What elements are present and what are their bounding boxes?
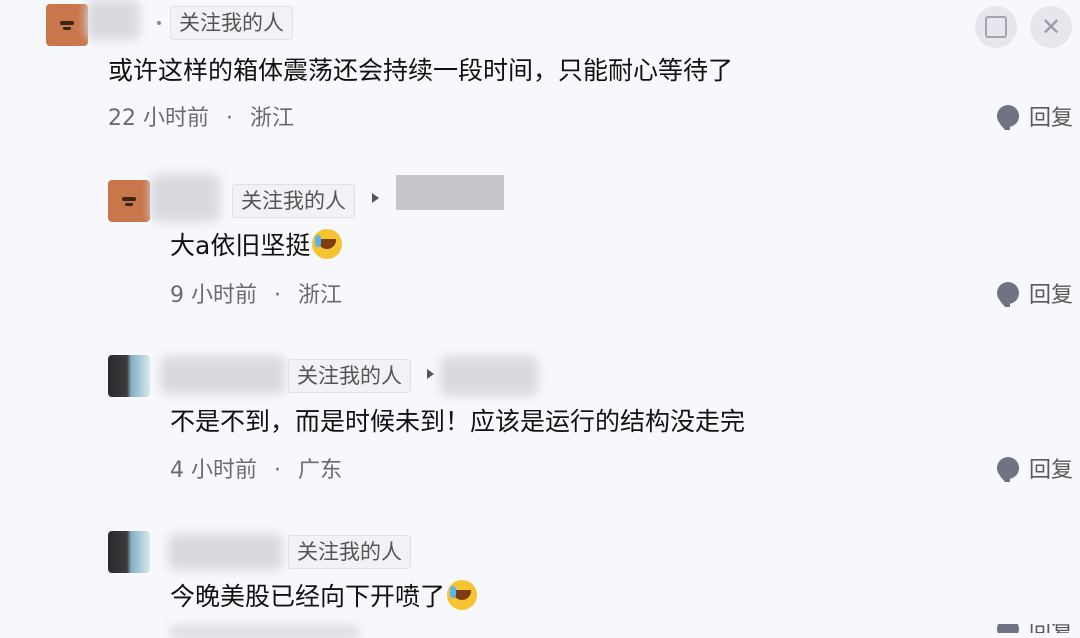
- comment-bubble-icon: [997, 624, 1019, 633]
- comment-meta: 9 小时前 · 浙江: [170, 277, 342, 309]
- reply-to-arrow-icon: [427, 369, 434, 379]
- comment-time: 4 小时前: [170, 458, 257, 483]
- follow-tag: 关注我的人: [288, 359, 411, 393]
- reply-button[interactable]: 回复: [997, 452, 1073, 484]
- avatar[interactable]: [108, 180, 150, 222]
- reply-label: 回复: [1029, 106, 1074, 131]
- username-blurred[interactable]: [168, 534, 283, 570]
- avatar[interactable]: [108, 355, 150, 397]
- comment-time: 22 小时前: [108, 106, 209, 131]
- comment-location: 广东: [298, 458, 343, 483]
- meta-separator: ·: [274, 458, 281, 483]
- reply-button[interactable]: 回复: [997, 624, 1073, 633]
- username-blurred[interactable]: [150, 174, 220, 222]
- laugh-cry-emoji-icon: [312, 229, 343, 259]
- username-blurred[interactable]: [86, 0, 140, 40]
- comment-bubble-icon: [997, 282, 1019, 307]
- avatar-face-icon: [120, 195, 138, 207]
- meta-separator: ·: [226, 106, 233, 131]
- reply-target-blurred[interactable]: [396, 175, 504, 210]
- follow-tag: 关注我的人: [232, 184, 355, 218]
- reply-label: 回复: [1029, 283, 1074, 308]
- close-button[interactable]: ✕: [1030, 6, 1072, 48]
- comment-text-content: 大a依旧坚挺: [170, 231, 311, 260]
- reply-button[interactable]: 回复: [997, 277, 1073, 309]
- share-button[interactable]: [975, 6, 1017, 48]
- comment-meta: 4 小时前 · 广东: [170, 452, 342, 484]
- reply-label: 回复: [1029, 458, 1074, 483]
- follow-tag: 关注我的人: [288, 535, 411, 569]
- comment-text: 或许这样的箱体震荡还会持续一段时间，只能耐心等待了: [108, 56, 734, 85]
- avatar[interactable]: [46, 4, 88, 46]
- avatar-face-icon: [58, 19, 76, 31]
- comment-text: 今晚美股已经向下开喷了: [170, 577, 478, 613]
- share-icon: [985, 16, 1007, 38]
- comment-text: 大a依旧坚挺: [170, 226, 343, 262]
- avatar[interactable]: [108, 531, 150, 573]
- close-icon: ✕: [1040, 13, 1062, 41]
- comment-location: 浙江: [250, 106, 295, 131]
- comment-bubble-icon: [997, 457, 1019, 482]
- comment-meta: 22 小时前 · 浙江: [108, 100, 294, 132]
- comment-time: 9 小时前: [170, 283, 257, 308]
- separator-dot: [157, 21, 161, 25]
- reply-button[interactable]: 回复: [997, 100, 1073, 132]
- laugh-cry-emoji-icon: [447, 580, 478, 610]
- reply-to-arrow-icon: [372, 193, 379, 203]
- reply-target-blurred[interactable]: [440, 356, 538, 396]
- comment-location: 浙江: [298, 283, 343, 308]
- comment-text-content: 今晚美股已经向下开喷了: [170, 582, 446, 611]
- reply-label: 回复: [1029, 624, 1073, 633]
- comment-text: 不是不到，而是时候未到！应该是运行的结构没走完: [170, 407, 746, 436]
- meta-separator: ·: [274, 283, 281, 308]
- comment-meta-cutoff: [170, 626, 360, 638]
- username-blurred[interactable]: [160, 356, 285, 394]
- comment-bubble-icon: [997, 105, 1019, 130]
- follow-tag: 关注我的人: [170, 6, 293, 40]
